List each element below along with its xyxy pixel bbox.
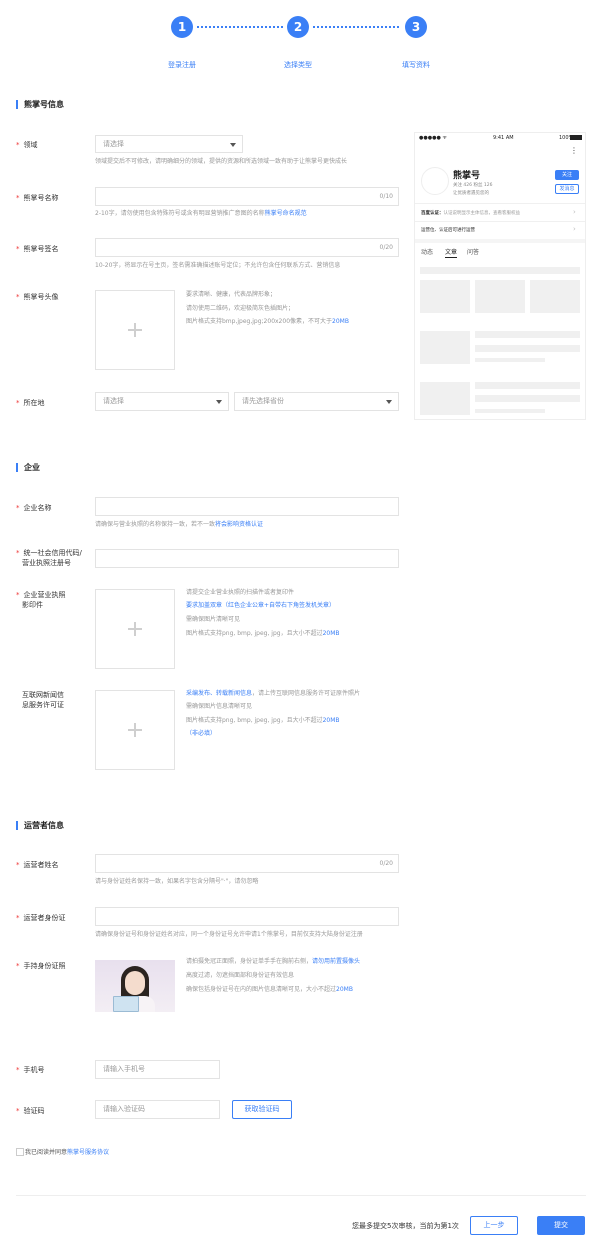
city-select[interactable]: 请先选择省份 (234, 392, 399, 411)
domain-select[interactable]: 请选择 (95, 135, 243, 153)
naming-rules-link[interactable]: 熊掌号命名规范 (265, 210, 307, 217)
signature-hint: 10-20字，将显示在号主页，签名需准确描述账号定位；不允许包含任何联系方式、营… (95, 262, 341, 269)
operator-name-hint: 请与身份证姓名保持一致，如果名字包含分隔号"·"，请勿忽略 (95, 878, 259, 885)
previous-step-button[interactable]: 上一步 (470, 1216, 518, 1235)
service-agreement-link[interactable]: 熊掌号服务协议 (67, 1149, 109, 1156)
domain-hint: 领域提交后不可修改，请明确细分的领域，提供的资源和所选领域一致有助于让熊掌号更快… (95, 158, 348, 165)
operator-id-input[interactable] (95, 907, 399, 926)
hold-id-label: * 手持身份证照 (16, 962, 66, 970)
avatar-upload[interactable] (95, 290, 175, 370)
operator-id-hint: 请确保身份证号和身份证姓名对应，同一个身份证号允许申请1个熊掌号，目前仅支持大陆… (95, 931, 363, 938)
more-icon: ⋮ (570, 146, 578, 155)
preview-follow-button: 关注 (555, 170, 579, 180)
chevron-right-icon: › (573, 225, 576, 233)
operator-id-label: * 运营者身份证 (16, 914, 66, 922)
company-name-label: * 企业名称 (16, 504, 52, 512)
step-3-circle: 3 (405, 16, 427, 38)
operator-name-counter: 0/20 (379, 860, 393, 867)
status-bar-left: ●●●●● ᯤ (419, 135, 447, 141)
news-hint-1: 采编发布、转载新闻信息，请上传互联网信息服务许可证原件照片 (186, 690, 361, 697)
chevron-down-icon (216, 400, 222, 404)
step-3-label: 填写资料 (402, 61, 430, 69)
chevron-down-icon (230, 143, 236, 147)
name-label: * 熊掌号名称 (16, 194, 59, 202)
license-label: * 企业营业执照 影印件 (16, 591, 66, 609)
plus-icon (128, 723, 142, 737)
domain-label: * 领域 (16, 141, 38, 149)
code-label: * 验证码 (16, 1107, 45, 1115)
news-license-upload[interactable] (95, 690, 175, 770)
license-upload[interactable] (95, 589, 175, 669)
province-select[interactable]: 请选择 (95, 392, 229, 411)
section-title-account: 熊掌号信息 (16, 100, 64, 109)
step-1-label: 登录注册 (168, 61, 196, 69)
chevron-right-icon: › (573, 208, 576, 216)
avatar-hint-2: 请勿使用二维码，欢迎极简灰色插图片； (186, 305, 295, 312)
preview-avatar (421, 167, 449, 195)
hold-id-hint-1: 请拍摄免冠正面照，身份证单手手在胸前右侧，请勿用前置摄像头 (186, 958, 361, 965)
news-license-label: 互联网新闻信 息服务许可证 (22, 691, 64, 709)
preview-tab-article: 文章 (445, 249, 458, 256)
operator-name-input[interactable]: 0/20 (95, 854, 399, 873)
phone-input[interactable]: 请输入手机号 (95, 1060, 220, 1079)
license-hint-1: 请提交企业营业执照的扫描件或者复印件 (186, 589, 295, 596)
preview-tab-dynamic: 动态 (421, 249, 434, 256)
step-1-circle: 1 (171, 16, 193, 38)
credit-code-input[interactable] (95, 549, 399, 568)
avatar-hint-1: 要求清晰、健康，代表品牌形象； (186, 291, 277, 298)
agree-checkbox[interactable] (16, 1148, 24, 1156)
signature-input[interactable]: 0/20 (95, 238, 399, 257)
hold-id-sample-photo (95, 960, 175, 1012)
get-code-button[interactable]: 获取验证码 (232, 1100, 292, 1119)
preview-desc: 让优质者遇见您的 (453, 191, 489, 196)
news-hint-2: 需确保图片信息清晰可见 (186, 703, 253, 710)
name-hint: 2-10字，请勿使用包含特殊符号或含有明显营销推广意图的名称熊掌号命名规范 (95, 210, 307, 217)
company-name-hint: 请确保与营业执照的名称保持一致，若不一致将会影响资格认证 (95, 521, 264, 528)
preview-row-ops: 运营位、认证后可进行运营 (421, 228, 475, 233)
credit-code-label: * 统一社会信用代码/营业执照注册号 (16, 549, 82, 567)
plus-icon (128, 323, 142, 337)
submit-notice: 您最多提交5次审核，当前为第1次 (352, 1222, 459, 1230)
name-counter: 0/10 (379, 193, 393, 200)
account-name-input[interactable]: 0/10 (95, 187, 399, 206)
section-title-company: 企业 (16, 463, 40, 472)
agree-text: 我已阅读并同意熊掌号服务协议 (25, 1149, 110, 1156)
hold-id-hint-3: 确保包括身份证号在内的图片信息清晰可见，大小不超过20MB (186, 986, 353, 993)
location-label: * 所在地 (16, 399, 45, 407)
signature-counter: 0/20 (379, 244, 393, 251)
company-name-input[interactable] (95, 497, 399, 516)
submit-button[interactable]: 提交 (537, 1216, 585, 1235)
avatar-hint-3: 图片格式支持bmp,jpeg,jpg;200x200像素，不可大于20MB (186, 318, 349, 325)
code-input[interactable]: 请输入验证码 (95, 1100, 220, 1119)
preview-row-verify: 百度认证：认证说明显示主体信息，查看客服权益 (421, 211, 520, 216)
news-hint-4: （非必填） (186, 730, 217, 737)
preview-name: 熊掌号 (453, 171, 481, 181)
preview-tab-qa: 问答 (467, 249, 480, 256)
step-connector (313, 26, 399, 28)
signature-label: * 熊掌号签名 (16, 245, 59, 253)
section-title-operator: 运营者信息 (16, 821, 64, 830)
license-hint-3: 需确保图片清晰可见 (186, 616, 241, 623)
hold-id-hint-2: 高度过滤，勿遮挡面部和身份证有效信息 (186, 972, 295, 979)
qualification-link[interactable]: 将会影响资格认证 (215, 521, 263, 528)
step-indicator: 1 2 3 登录注册 选择类型 填写资料 (0, 0, 600, 80)
step-2-label: 选择类型 (284, 61, 312, 69)
preview-message-button: 发消息 (555, 184, 579, 194)
chevron-down-icon (386, 400, 392, 404)
news-hint-3: 图片格式支持png, bmp, jpeg, jpg，且大小不超过20MB (186, 717, 340, 724)
license-hint-2: 要求加盖双章（红色企业公章+自带右下角签发机关章） (186, 602, 336, 609)
status-bar-time: 9:41 AM (493, 135, 514, 141)
preview-stats: 关注 426 粉丝 126 (453, 183, 493, 188)
phone-label: * 手机号 (16, 1066, 45, 1074)
operator-name-label: * 运营者姓名 (16, 861, 59, 869)
step-connector (197, 26, 283, 28)
battery-icon (570, 135, 582, 140)
license-hint-4: 图片格式支持png, bmp, jpeg, jpg，且大小不超过20MB (186, 630, 340, 637)
plus-icon (128, 622, 142, 636)
step-2-circle: 2 (287, 16, 309, 38)
avatar-label: * 熊掌号头像 (16, 293, 59, 301)
profile-preview: ●●●●● ᯤ 9:41 AM 100% ⋮ 熊掌号 关注 426 粉丝 126… (414, 132, 586, 420)
